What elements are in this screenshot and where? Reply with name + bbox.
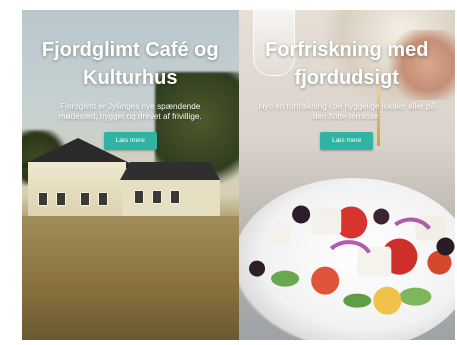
page: Fjordglimt Café og Kulturhus Fjordglimt …: [0, 0, 457, 345]
panel-title: Forfriskning med fjordudsigt: [265, 39, 429, 89]
panel-cafe: Fjordglimt Café og Kulturhus Fjordglimt …: [22, 10, 239, 340]
feature-panels: Fjordglimt Café og Kulturhus Fjordglimt …: [22, 10, 455, 340]
panel-refreshment-content: Forfriskning med fjordudsigt Nyd en forf…: [239, 10, 456, 340]
panel-title: Fjordglimt Café og Kulturhus: [41, 39, 219, 89]
panel-description: Fjordglimt er Jyllinges nye spændende mø…: [58, 102, 202, 121]
read-more-button[interactable]: Læs mere: [103, 132, 157, 150]
panel-cafe-content: Fjordglimt Café og Kulturhus Fjordglimt …: [22, 10, 239, 340]
read-more-button[interactable]: Læs mere: [320, 132, 374, 150]
panel-description: Nyd en forfriskning i de hyggelige lokal…: [258, 102, 436, 121]
panel-refreshment: Forfriskning med fjordudsigt Nyd en forf…: [238, 10, 456, 340]
